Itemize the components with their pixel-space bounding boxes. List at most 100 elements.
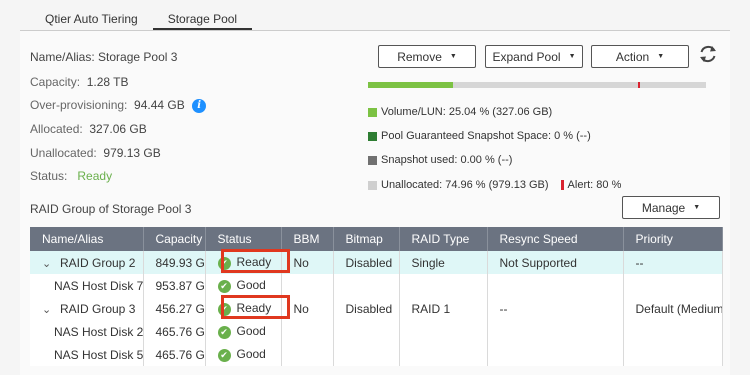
allocated-value: 327.06 GB [89, 122, 147, 136]
col-header-capacity[interactable]: Capacity [143, 227, 206, 251]
alert-threshold-marker [638, 82, 641, 88]
legend-alert-text: Alert: 80 % [567, 179, 622, 191]
caret-down-icon: ▼ [449, 53, 457, 60]
pool-name-value: Storage Pool 3 [98, 50, 178, 64]
caret-down-icon: ▼ [693, 204, 701, 211]
disk-capacity: 465.76 GB [143, 343, 206, 366]
check-circle-icon: ✔ [217, 256, 231, 270]
raid-group-priority: -- [623, 251, 723, 274]
tab-qtier-auto-tiering[interactable]: Qtier Auto Tiering [30, 10, 153, 30]
check-circle-icon: ✔ [217, 325, 231, 339]
allocated-row: Allocated: 327.06 GB [30, 122, 147, 136]
disk-capacity: 953.87 GB [143, 274, 206, 297]
volume-swatch [368, 107, 377, 117]
raid-group-priority: Default (Medium) [623, 297, 723, 320]
legend-unallocated-text: Unallocated: 74.96 % (979.13 GB) [381, 179, 549, 191]
raid-group-resync: Not Supported [487, 251, 624, 274]
legend-snapshot-text: Snapshot used: 0.00 % (--) [381, 154, 513, 166]
unallocated-value: 979.13 GB [103, 146, 161, 160]
chevron-down-icon[interactable]: ⌄ [42, 303, 54, 316]
raid-group-bitmap: Disabled [333, 251, 400, 274]
status-value: Ready [77, 169, 113, 183]
snapshot-swatch [368, 155, 377, 165]
legend-volume: Volume/LUN: 25.04 % (327.06 GB) [368, 106, 552, 118]
raid-group-bbm: No [281, 297, 334, 320]
disk-name: NAS Host Disk 5 [30, 343, 144, 366]
unallocated-swatch [368, 180, 377, 190]
raid-group-type: RAID 1 [399, 297, 488, 320]
capacity-label: Capacity: [30, 75, 81, 89]
col-header-resync-speed[interactable]: Resync Speed [487, 227, 624, 251]
tab-storage-pool[interactable]: Storage Pool [152, 10, 253, 30]
chevron-down-icon[interactable]: ⌄ [42, 257, 54, 270]
pool-name-row: Name/Alias: Storage Pool 3 [30, 50, 177, 64]
table-header: Name/Alias Capacity Status BBM Bitmap RA… [30, 227, 723, 251]
legend-unallocated: Unallocated: 74.96 % (979.13 GB) Alert: … [368, 179, 621, 191]
table-row[interactable]: ⌄ RAID Group 2 849.93 GB ✔ Ready No Disabl… [30, 251, 723, 274]
raid-group-status: Ready [236, 255, 272, 270]
legend-volume-text: Volume/LUN: 25.04 % (327.06 GB) [381, 106, 553, 118]
manage-button[interactable]: Manage ▼ [622, 196, 720, 219]
capacity-value: 1.28 TB [86, 75, 129, 89]
overprovisioning-value: 94.44 GB [134, 98, 185, 112]
capacity-row: Capacity: 1.28 TB [30, 75, 129, 89]
overprovisioning-row: Over-provisioning: 94.44 GB i [30, 98, 207, 113]
remove-label: Remove [397, 49, 442, 64]
legend-snapshot: Snapshot used: 0.00 % (--) [368, 154, 512, 166]
allocated-label: Allocated: [30, 122, 83, 136]
raid-group-capacity: 456.27 GB [143, 297, 206, 320]
remove-button[interactable]: Remove ▼ [378, 45, 476, 68]
legend-guaranteed-text: Pool Guaranteed Snapshot Space: 0 % (--) [381, 130, 591, 142]
table-row[interactable]: NAS Host Disk 7 953.87 GB ✔ Good [30, 274, 723, 297]
action-button[interactable]: Action ▼ [591, 45, 689, 68]
manage-label: Manage [641, 200, 686, 215]
action-label: Action [615, 49, 650, 64]
disk-status: Good [236, 347, 266, 362]
raid-group-bbm: No [281, 251, 334, 274]
caret-down-icon: ▼ [568, 53, 576, 60]
col-header-status[interactable]: Status [205, 227, 282, 251]
alert-marker-icon [560, 180, 564, 190]
storage-pool-panel: Name/Alias: Storage Pool 3 Capacity: 1.2… [20, 31, 730, 375]
pool-usage-bar [368, 82, 706, 88]
expand-pool-button[interactable]: Expand Pool ▼ [485, 45, 583, 68]
disk-name: NAS Host Disk 2 [30, 320, 144, 343]
raid-group-name: RAID Group 2 [60, 255, 136, 270]
overprovisioning-label: Over-provisioning: [30, 98, 128, 112]
tab-bar: Qtier Auto Tiering Storage Pool [30, 10, 253, 30]
status-row: Status: Ready [30, 169, 112, 183]
disk-name: NAS Host Disk 7 [30, 274, 144, 297]
raid-group-type: Single [399, 251, 488, 274]
caret-down-icon: ▼ [657, 53, 665, 60]
col-header-priority[interactable]: Priority [623, 227, 723, 251]
raid-group-status: Ready [236, 301, 272, 316]
table-row[interactable]: NAS Host Disk 2 465.76 GB ✔ Good [30, 320, 723, 343]
volume-usage-fill [368, 82, 453, 88]
check-circle-icon: ✔ [217, 279, 231, 293]
col-header-bitmap[interactable]: Bitmap [333, 227, 400, 251]
guaranteed-swatch [368, 131, 377, 141]
check-circle-icon: ✔ [217, 348, 231, 362]
raid-group-resync: -- [487, 297, 624, 320]
refresh-icon[interactable] [697, 43, 719, 65]
expand-pool-label: Expand Pool [492, 49, 561, 64]
disk-capacity: 465.76 GB [143, 320, 206, 343]
disk-status: Good [236, 278, 266, 293]
raid-group-table: Name/Alias Capacity Status BBM Bitmap RA… [30, 227, 723, 366]
col-header-bbm[interactable]: BBM [281, 227, 334, 251]
raid-group-capacity: 849.93 GB [143, 251, 206, 274]
col-header-raid-type[interactable]: RAID Type [399, 227, 488, 251]
table-row[interactable]: NAS Host Disk 5 465.76 GB ✔ Good [30, 343, 723, 366]
raid-group-bitmap: Disabled [333, 297, 400, 320]
table-row[interactable]: ⌄ RAID Group 3 456.27 GB ✔ Ready No Disabl… [30, 297, 723, 320]
col-header-name[interactable]: Name/Alias [30, 227, 144, 251]
info-icon[interactable]: i [192, 98, 207, 113]
unallocated-label: Unallocated: [30, 146, 97, 160]
pool-name-label: Name/Alias: [30, 50, 95, 64]
legend-guaranteed: Pool Guaranteed Snapshot Space: 0 % (--) [368, 130, 591, 142]
unallocated-row: Unallocated: 979.13 GB [30, 146, 161, 160]
disk-status: Good [236, 324, 266, 339]
check-circle-icon: ✔ [217, 302, 231, 316]
raid-group-name: RAID Group 3 [60, 301, 136, 316]
raid-group-title: RAID Group of Storage Pool 3 [30, 202, 192, 216]
